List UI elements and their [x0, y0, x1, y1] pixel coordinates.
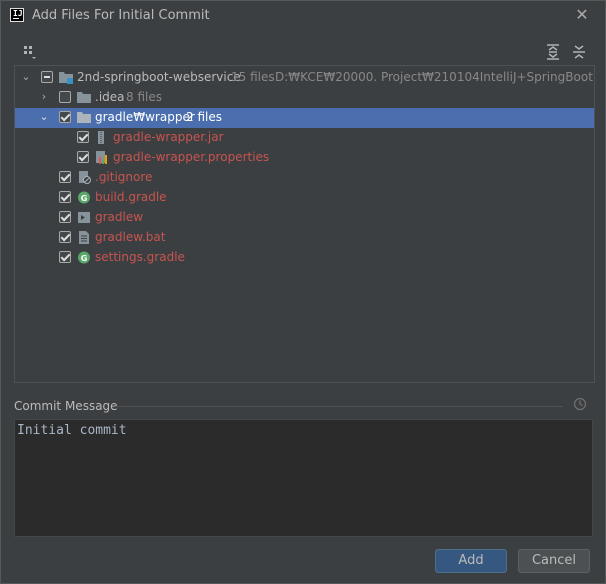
properties-icon	[96, 151, 107, 164]
jar-icon	[98, 131, 104, 144]
root-count: 15 files	[231, 70, 275, 84]
chevron-down-icon[interactable]: ⌄	[38, 111, 50, 123]
text-file-icon	[79, 231, 89, 244]
tree-row-file[interactable]: gradle-wrapper.jar	[15, 128, 594, 148]
dialog-title: Add Files For Initial Commit	[32, 8, 210, 23]
file-checkbox[interactable]	[59, 171, 71, 183]
chevron-down-icon[interactable]: ⌄	[20, 71, 32, 83]
root-name: 2nd-springboot-webservice	[77, 70, 241, 84]
file-name: gradle-wrapper.properties	[113, 150, 270, 164]
close-icon[interactable]: ✕	[572, 5, 592, 25]
gitignore-icon	[79, 171, 91, 184]
module-folder-icon	[59, 72, 73, 84]
tree-row-file[interactable]: gradle-wrapper.properties	[15, 148, 594, 168]
tree-row-idea[interactable]: › .idea 8 files	[15, 88, 594, 108]
history-icon[interactable]	[573, 397, 587, 411]
folder-icon	[77, 112, 91, 123]
file-name: gradlew	[95, 210, 144, 224]
gradle-wrapper-name: gradle₩wrapper	[95, 110, 195, 124]
gradle-icon: G	[78, 251, 90, 264]
root-path: D:₩KCE₩20000. Project₩210104IntelliJ+Spr…	[275, 70, 595, 84]
gradle-icon: G	[78, 191, 90, 204]
commit-message-input[interactable]: Initial commit	[14, 419, 593, 537]
file-checkbox[interactable]	[59, 191, 71, 203]
tree-row-gradle-wrapper[interactable]: ⌄ gradle₩wrapper 2 files	[15, 108, 594, 128]
gradle-wrapper-count: 2 files	[186, 110, 222, 124]
cancel-button[interactable]: Cancel	[518, 549, 590, 573]
tree-row-root[interactable]: ⌄ 2nd-springboot-webservice 15 files D:₩…	[15, 68, 594, 88]
idea-name: .idea	[95, 90, 125, 104]
file-name: gradle-wrapper.jar	[113, 130, 224, 144]
tree-row-file[interactable]: G settings.gradle	[15, 248, 594, 268]
expand-all-icon[interactable]	[544, 43, 562, 61]
file-checkbox[interactable]	[59, 211, 71, 223]
gradle-wrapper-checkbox[interactable]	[59, 111, 71, 123]
idea-count: 8 files	[126, 90, 162, 104]
commit-message-label: Commit Message	[14, 399, 118, 413]
chevron-right-icon[interactable]: ›	[38, 91, 50, 103]
svg-text:G: G	[81, 254, 88, 263]
file-checkbox[interactable]	[77, 131, 89, 143]
changes-tree: ⌄ 2nd-springboot-webservice 15 files D:₩…	[14, 65, 595, 383]
tree-row-file[interactable]: G build.gradle	[15, 188, 594, 208]
title-bar: IJ Add Files For Initial Commit ✕	[1, 1, 605, 31]
file-checkbox[interactable]	[59, 251, 71, 263]
tree-row-file[interactable]: gradlew.bat	[15, 228, 594, 248]
root-checkbox[interactable]	[41, 71, 53, 83]
add-button[interactable]: Add	[435, 549, 507, 573]
shell-script-icon	[78, 212, 90, 223]
tree-row-file[interactable]: gradlew	[15, 208, 594, 228]
collapse-all-icon[interactable]	[570, 43, 588, 61]
tree-row-file[interactable]: .gitignore	[15, 168, 594, 188]
file-name: settings.gradle	[95, 250, 185, 264]
commit-message-text: Initial commit	[17, 423, 127, 438]
intellij-app-icon: IJ	[10, 8, 24, 22]
folder-icon	[77, 92, 91, 103]
idea-checkbox[interactable]	[59, 91, 71, 103]
add-files-dialog: IJ Add Files For Initial Commit ✕ ⌄ 2nd-…	[0, 0, 606, 584]
file-checkbox[interactable]	[77, 151, 89, 163]
group-by-icon[interactable]	[21, 43, 39, 61]
divider	[115, 406, 563, 407]
svg-text:G: G	[81, 194, 88, 203]
file-name: build.gradle	[95, 190, 167, 204]
file-name: gradlew.bat	[95, 230, 166, 244]
file-name: .gitignore	[95, 170, 153, 184]
file-checkbox[interactable]	[59, 231, 71, 243]
